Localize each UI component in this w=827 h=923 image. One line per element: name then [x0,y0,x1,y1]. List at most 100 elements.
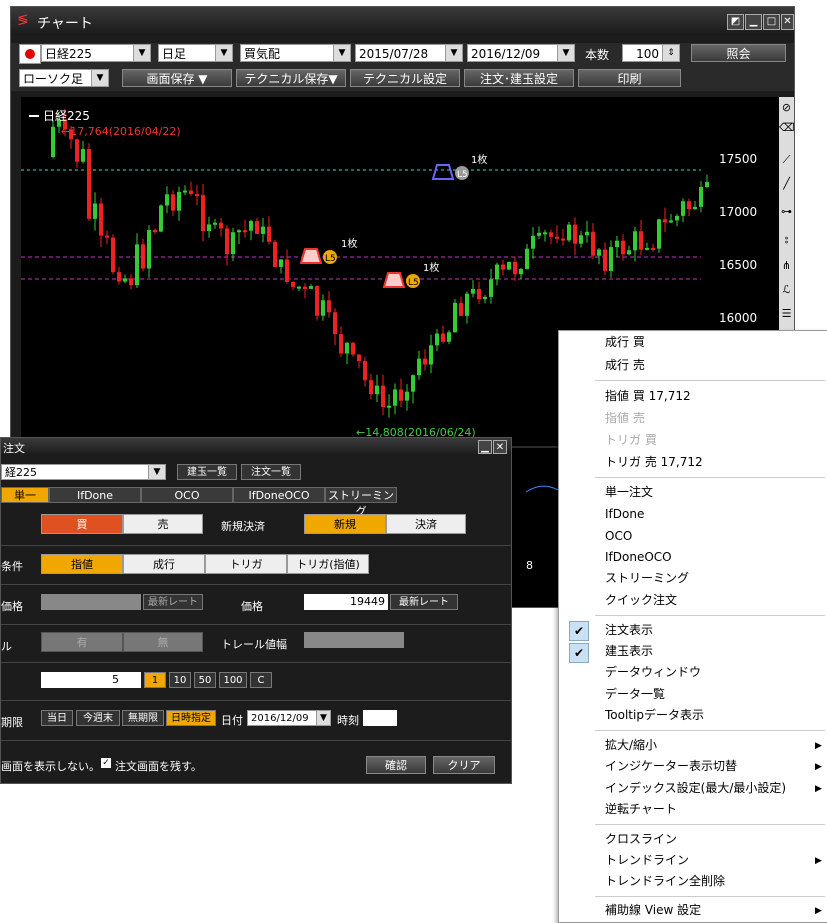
qty-step-100[interactable]: 100 [219,672,247,688]
quantity-input[interactable]: 5 [41,672,141,688]
cond-limit-button[interactable]: 指値 [41,554,123,574]
menu-data-window[interactable]: データウィンドウ [605,661,701,683]
menu-ifdoneoco[interactable]: IfDoneOCO [605,546,672,568]
fib-retracement-icon[interactable]: ☰ [779,307,794,325]
menu-aux-line-settings[interactable]: 補助線 View 設定 [605,899,701,921]
line-icon[interactable]: ╱ [779,177,794,195]
menu-zoom[interactable]: 拡大/縮小 [605,734,657,756]
date-to-select[interactable]: 2016/12/09 ▼ [467,44,575,62]
expiry-indefinite[interactable]: 無期限 [122,710,164,726]
candle-body [147,230,151,269]
new-button[interactable]: 新規 [304,514,386,534]
qty-step-10[interactable]: 10 [169,672,191,688]
expiry-today[interactable]: 当日 [41,710,73,726]
settle-button[interactable]: 決済 [386,514,466,534]
qty-step-50[interactable]: 50 [194,672,216,688]
tab-single[interactable]: 単一 [1,487,49,503]
order-marker-1[interactable]: L5 1枚 [431,153,487,180]
close-icon[interactable]: ✕ [781,14,794,30]
menu-oco[interactable]: OCO [605,525,632,547]
minimize-icon[interactable]: ▁ [478,440,492,454]
candle-body [525,248,529,270]
menu-limit-sell[interactable]: 指値 売 [605,407,645,429]
technical-settings-button[interactable]: テクニカル設定 [350,69,460,87]
close-icon[interactable]: ✕ [493,440,507,454]
drawing-toolbar: ⊘ ⌫ ⟋ ╱ ⊶ ⦂ ⋔ ℒ ☰ [779,97,794,337]
candle-body [681,201,685,216]
date-from-select[interactable]: 2015/07/28 ▼ [355,44,463,62]
position-marker-2[interactable]: L5 1枚 [382,261,439,288]
print-button[interactable]: 印刷 [578,69,681,87]
menu-delete-trendlines[interactable]: トレンドライン全削除 [605,870,725,892]
menu-data-list[interactable]: データ一覧 [605,683,665,705]
price-type-select[interactable]: 買気配 ▼ [240,44,351,62]
prohibit-icon[interactable]: ⊘ [779,101,794,119]
qty-clear-button[interactable]: C [250,672,272,688]
menu-indicator-toggle[interactable]: インジケーター表示切替 [605,755,737,777]
expiry-date-select[interactable]: 2016/12/09 ▼ [247,710,331,726]
trigger-latest-rate-button[interactable]: 最新レート [143,594,203,610]
expiry-datetime[interactable]: 日時指定 [166,710,216,726]
restore-icon[interactable]: ◩ [727,14,744,30]
menu-quick-order[interactable]: クイック注文 [605,589,677,611]
menu-tooltip[interactable]: Tooltipデータ表示 [605,704,704,726]
menu-market-buy[interactable]: 成行 買 [605,331,645,353]
cond-trigger-limit-button[interactable]: トリガ(指値) [287,554,369,574]
vline-icon[interactable]: ⦂ [779,233,794,251]
menu-crossline[interactable]: クロスライン [605,828,677,850]
order-settings-button[interactable]: 注文･建玉設定 [464,69,574,87]
tab-ifdoneoco[interactable]: IfDoneOCO [233,487,325,503]
trail-on-button[interactable]: 有 [41,632,123,652]
menu-limit-buy[interactable]: 指値 買 17,712 [605,385,691,407]
maximize-icon[interactable]: □ [763,14,780,30]
menu-market-sell[interactable]: 成行 売 [605,354,645,376]
trail-width-input[interactable] [304,632,404,648]
menu-show-orders[interactable]: 注文表示 [605,619,653,641]
latest-rate-button[interactable]: 最新レート [390,594,458,610]
expiry-week[interactable]: 今週末 [76,710,120,726]
sell-button[interactable]: 売 [123,514,203,534]
fib-icon[interactable]: ℒ [779,283,794,301]
menu-show-positions[interactable]: 建玉表示 [605,640,653,662]
candle-body [213,222,217,225]
trail-off-button[interactable]: 無 [123,632,203,652]
tab-streaming[interactable]: ストリーミング [325,487,397,518]
cond-trigger-button[interactable]: トリガ [205,554,287,574]
menu-index-settings[interactable]: インデックス設定(最大/最小設定) [605,777,786,799]
orders-list-button[interactable]: 注文一覧 [241,464,301,480]
time-input[interactable] [363,710,397,726]
period-select[interactable]: 日足 ▼ [158,44,233,62]
count-input[interactable]: 100 ⇕ [622,44,680,62]
chart-type-select[interactable]: ローソク足 ▼ [19,69,109,87]
save-technical-button[interactable]: テクニカル保存▼ [236,69,346,87]
query-button[interactable]: 照会 [691,44,786,62]
menu-invert-chart[interactable]: 逆転チャート [605,798,677,820]
tab-ifdone[interactable]: IfDone [49,487,141,503]
clear-button[interactable]: クリア [433,756,495,774]
hline-icon[interactable]: ⊶ [779,205,794,223]
keep-window-checkbox[interactable]: ✓ [101,758,111,768]
menu-trigger-buy[interactable]: トリガ 買 [605,429,657,451]
symbol-select[interactable]: 日経225 ▼ [41,44,151,62]
confirm-button[interactable]: 確認 [366,756,426,774]
position-marker-1[interactable]: L5 1枚 [299,237,357,264]
trendline-icon[interactable]: ⟋ [779,153,794,171]
buy-button[interactable]: 買 [41,514,123,534]
order-symbol-select[interactable]: 経225 ▼ [1,464,166,480]
menu-trigger-sell[interactable]: トリガ 売 17,712 [605,451,703,473]
eraser-icon[interactable]: ⌫ [779,121,794,139]
menu-single-order[interactable]: 単一注文 [605,481,653,503]
window-title: チャート [37,16,93,32]
positions-list-button[interactable]: 建玉一覧 [177,464,237,480]
menu-trendline[interactable]: トレンドライン [605,849,689,871]
price-input[interactable]: 19449 [304,594,388,610]
tab-oco[interactable]: OCO [141,487,233,503]
qty-step-1[interactable]: 1 [144,672,166,688]
trigger-price-input[interactable] [41,594,141,610]
cond-market-button[interactable]: 成行 [123,554,205,574]
save-screen-button[interactable]: 画面保存 ▼ [122,69,232,87]
fan-icon[interactable]: ⋔ [779,259,794,277]
menu-ifdone[interactable]: IfDone [605,503,644,525]
menu-streaming[interactable]: ストリーミング [605,567,689,589]
minimize-icon[interactable]: ▁ [745,14,762,30]
